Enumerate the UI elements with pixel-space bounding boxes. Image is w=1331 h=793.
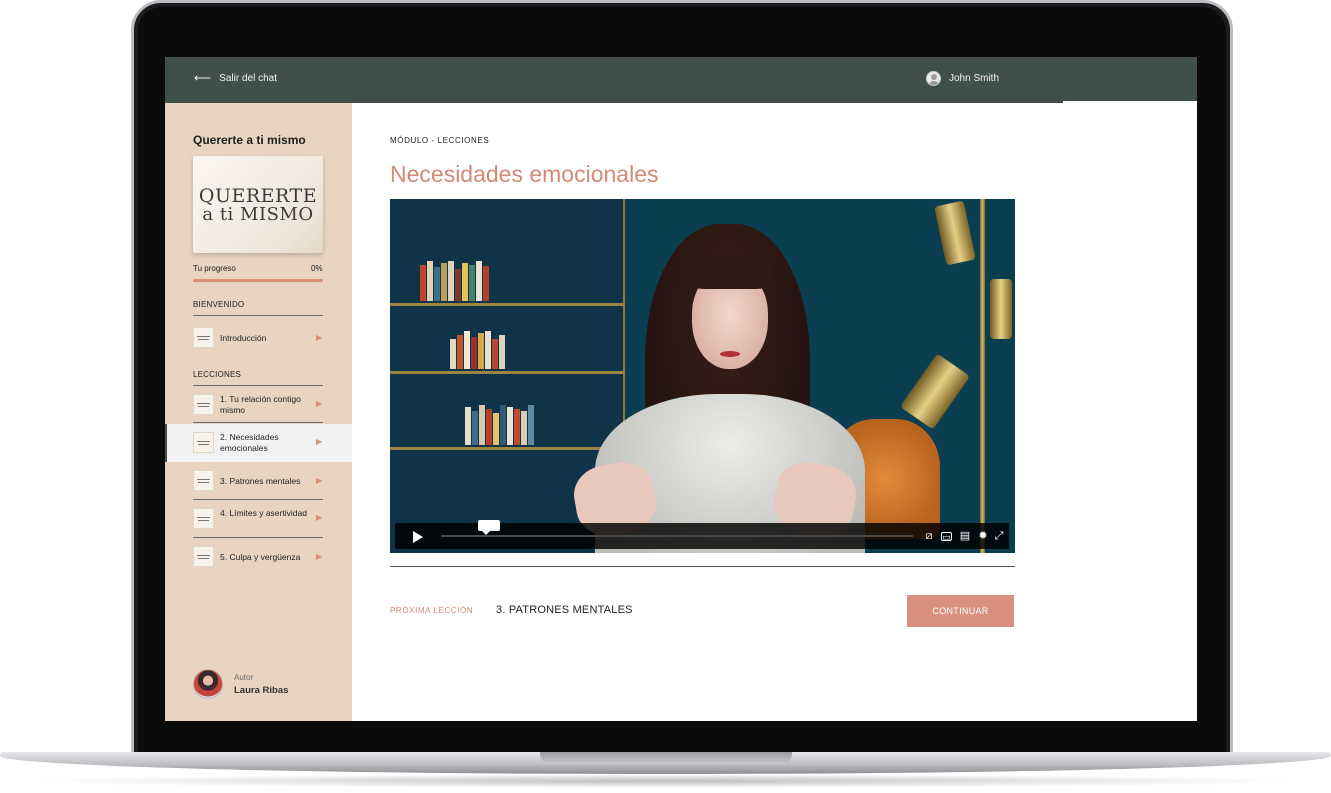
author-avatar (193, 669, 223, 699)
cover-line-2: a ti MISMO (202, 204, 314, 225)
lesson-label: 4. Límites y asertividad (220, 508, 307, 518)
video-lamp (980, 199, 985, 553)
lesson-label: Introducción (220, 333, 267, 343)
play-icon: ▶ (316, 399, 323, 408)
video-presenter-fringe (688, 257, 772, 289)
scrubber-handle[interactable] (478, 520, 500, 535)
video-books (465, 405, 534, 445)
laptop-notch (540, 752, 792, 764)
video-lamp-shade (934, 200, 976, 266)
lesson-item-2[interactable]: 2. Necesidades emocionales ▶ (165, 424, 352, 462)
lesson-label: 3. Patrones mentales (220, 476, 301, 486)
play-icon: ▶ (316, 513, 323, 522)
play-icon: ▶ (316, 333, 323, 342)
video-scrubber[interactable] (441, 520, 913, 537)
lesson-divider (193, 422, 323, 423)
video-shelf (390, 303, 625, 306)
video-shelf (390, 447, 625, 450)
lesson-label: 2. Necesidades emocionales (220, 432, 279, 453)
lesson-item-intro[interactable]: Introducción ▶ (165, 319, 352, 357)
video-books (450, 329, 505, 369)
video-books (420, 261, 489, 301)
lesson-thumbnail (193, 432, 214, 453)
content-divider (390, 566, 1015, 567)
lesson-item-3[interactable]: 3. Patrones mentales ▶ (165, 462, 352, 500)
user-name: John Smith (949, 73, 1000, 84)
course-title: Quererte a ti mismo (193, 133, 306, 147)
app-screen: ⟵ Salir del chat John Smith Quererte a t… (165, 57, 1197, 721)
play-icon: ▶ (316, 437, 323, 446)
video-presenter-lips (720, 351, 740, 357)
author-name: Laura Ribas (234, 685, 289, 696)
section-divider (193, 385, 323, 386)
lesson-thumbnail (193, 470, 214, 491)
next-lesson-label: PRÓXIMA LECCIÓN (390, 606, 474, 615)
page-title: Necesidades emocionales (390, 161, 659, 187)
course-sidebar: Quererte a ti mismo QUERERTE a ti MISMO … (165, 103, 352, 721)
lesson-thumbnail (193, 546, 214, 567)
section-divider (193, 315, 323, 316)
exit-chat-link[interactable]: ⟵ Salir del chat (194, 72, 277, 84)
progress-bar (193, 279, 323, 282)
continue-button[interactable]: CONTINUAR (907, 595, 1014, 627)
user-avatar-icon (926, 71, 941, 86)
exit-chat-label: Salir del chat (219, 72, 278, 84)
settings-icon[interactable]: ✹ (977, 530, 989, 542)
playlist-icon[interactable]: ▤ (959, 530, 971, 542)
arrow-left-icon: ⟵ (194, 71, 212, 85)
lesson-label: 1. Tu relación contigo mismo (220, 394, 301, 415)
captions-icon[interactable]: ▭ (941, 532, 952, 542)
lesson-item-5[interactable]: 5. Culpa y vergüenza ▶ (165, 538, 352, 576)
fullscreen-icon[interactable]: ⤢ (993, 530, 1005, 542)
video-player[interactable]: ⧄ ▭ ▤ ✹ ⤢ (390, 199, 1015, 553)
lesson-item-4[interactable]: 4. Límites y asertividad ▶ (165, 500, 352, 538)
section-heading-lessons: LECCIONES (193, 370, 242, 379)
progress-label: Tu progreso (193, 264, 236, 273)
lesson-item-1[interactable]: 1. Tu relación contigo mismo ▶ (165, 387, 352, 423)
topbar-progress-remainder (1063, 101, 1197, 103)
progress-percent: 0% (311, 264, 323, 273)
video-lamp-shade (990, 279, 1012, 339)
volume-icon[interactable]: ⧄ (923, 530, 935, 542)
video-shelf (390, 371, 625, 374)
top-bar: ⟵ Salir del chat John Smith (165, 57, 1197, 103)
play-icon[interactable] (413, 531, 423, 543)
lesson-label: 5. Culpa y vergüenza (220, 552, 301, 562)
video-lamp-shade (899, 353, 971, 430)
next-lesson-title[interactable]: 3. PATRONES MENTALES (496, 604, 633, 616)
lesson-thumbnail (193, 508, 214, 529)
play-icon: ▶ (316, 476, 323, 485)
author-label: Autor (234, 673, 254, 682)
laptop-shadow (30, 774, 1300, 788)
video-controls: ⧄ ▭ ▤ ✹ ⤢ (395, 520, 1009, 549)
lesson-thumbnail (193, 394, 214, 415)
section-heading-welcome: BIENVENIDO (193, 300, 245, 309)
play-icon: ▶ (316, 552, 323, 561)
course-cover: QUERERTE a ti MISMO (193, 156, 323, 253)
lesson-thumbnail (193, 327, 214, 348)
breadcrumb: MÓDULO - LECCIONES (390, 136, 490, 145)
user-menu[interactable]: John Smith (926, 71, 999, 86)
